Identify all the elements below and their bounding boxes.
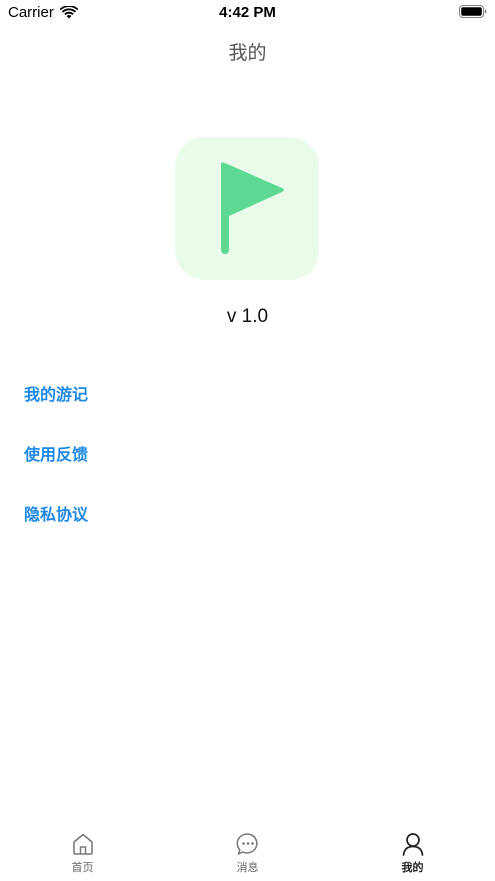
flag-icon: [221, 162, 284, 254]
status-bar: Carrier 4:42 PM: [0, 0, 495, 26]
tab-profile[interactable]: 我的: [330, 822, 495, 881]
app-version: v 1.0: [226, 306, 269, 327]
menu-item-my-travel-notes[interactable]: 我的游记: [24, 381, 88, 405]
tab-profile-label: 我的: [401, 861, 424, 874]
home-icon: [72, 833, 93, 855]
tab-home-label: 首页: [71, 861, 94, 874]
chat-bubble-icon: [236, 833, 258, 855]
menu-item-privacy-policy[interactable]: 隐私协议: [24, 501, 88, 525]
tab-bar: 首页 消息 我的: [0, 822, 495, 881]
page-title: 我的: [228, 42, 267, 64]
menu-item-feedback[interactable]: 使用反馈: [24, 441, 88, 465]
tab-messages[interactable]: 消息: [165, 822, 330, 881]
tab-home[interactable]: 首页: [0, 822, 165, 881]
app-logo: [175, 137, 319, 280]
person-icon: [402, 833, 423, 856]
profile-screen: Carrier 4:42 PM 我的 v 1.0 我的游记 使用反馈 隐私协议: [0, 0, 495, 881]
tab-messages-label: 消息: [236, 861, 259, 874]
battery-icon: [459, 5, 487, 18]
status-time: 4:42 PM: [219, 4, 276, 21]
